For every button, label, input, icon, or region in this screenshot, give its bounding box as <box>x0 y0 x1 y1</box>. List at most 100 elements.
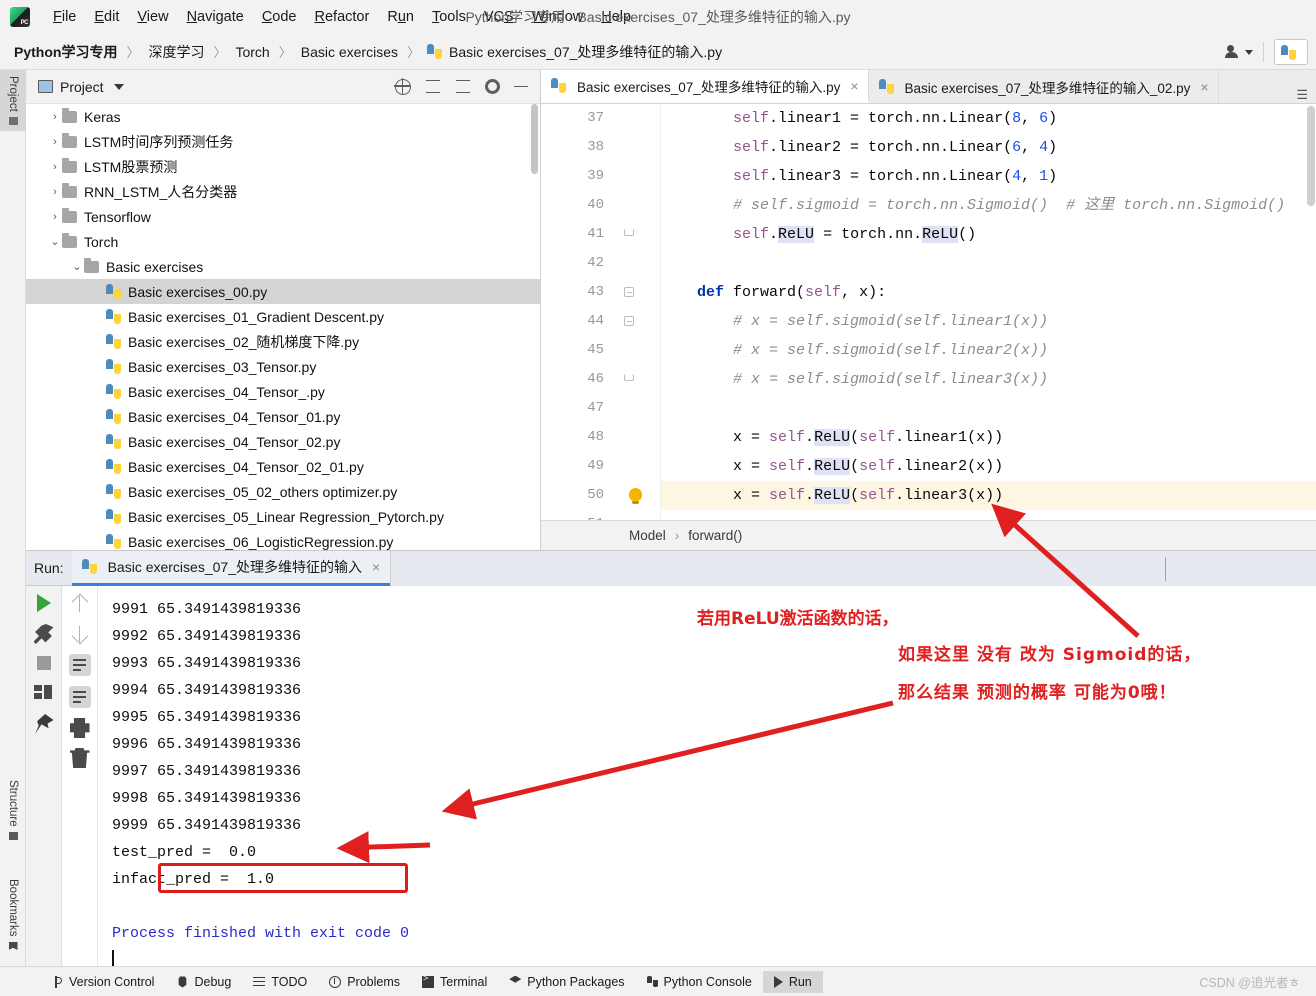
code-fold-icon[interactable] <box>624 287 634 297</box>
tree-folder-row[interactable]: › LSTM时间序列预测任务 <box>26 129 540 154</box>
code-line[interactable]: self.linear1 = torch.nn.Linear(8, 6) <box>661 104 1316 133</box>
code-fold-icon[interactable] <box>624 229 634 236</box>
code-line[interactable]: self.ReLU = torch.nn.ReLU() <box>661 220 1316 249</box>
code-line[interactable]: self.linear2 = torch.nn.Linear(6, 4) <box>661 133 1316 162</box>
menu-item-run[interactable]: Run <box>378 6 423 28</box>
code-line[interactable]: x = self.ReLU(self.linear3(x)) <box>661 481 1316 510</box>
breadcrumb-item-0[interactable]: Python学习专用 <box>12 42 119 62</box>
code-line[interactable]: self.linear3 = torch.nn.Linear(4, 1) <box>661 162 1316 191</box>
code-fold-icon[interactable] <box>624 316 634 326</box>
user-account-button[interactable] <box>1225 45 1253 59</box>
tree-folder-row[interactable]: › Tensorflow <box>26 204 540 229</box>
project-scrollbar-thumb[interactable] <box>531 104 538 174</box>
tree-file-row[interactable]: Basic exercises_00.py <box>26 279 540 304</box>
code-fold-icon[interactable] <box>624 374 634 381</box>
collapse-all-icon[interactable] <box>455 79 471 95</box>
status-bar-item-version-control[interactable]: Version Control <box>40 971 165 993</box>
sidebar-item-project[interactable]: Project <box>0 70 26 131</box>
breadcrumb-item-2[interactable]: Torch <box>233 44 271 60</box>
scroll-to-end-icon[interactable] <box>68 686 91 708</box>
tree-file-row[interactable]: Basic exercises_05_02_others optimizer.p… <box>26 479 540 504</box>
tree-folder-row[interactable]: ⌄ Basic exercises <box>26 254 540 279</box>
tree-folder-row[interactable]: › Keras <box>26 104 540 129</box>
status-bar-item-debug[interactable]: Debug <box>165 971 242 993</box>
tree-file-row[interactable]: Basic exercises_04_Tensor_02_01.py <box>26 454 540 479</box>
wrench-settings-icon[interactable] <box>33 624 54 644</box>
code-area[interactable]: 373839404142434445464748495051 self.line… <box>541 104 1316 550</box>
tree-expand-arrow-icon[interactable]: › <box>48 161 62 173</box>
status-bar-item-run[interactable]: Run <box>762 970 823 993</box>
tree-file-row[interactable]: Basic exercises_02_随机梯度下降.py <box>26 329 540 354</box>
tree-file-row[interactable]: Basic exercises_04_Tensor_02.py <box>26 429 540 454</box>
status-bar-item-terminal[interactable]: Terminal <box>411 971 498 993</box>
tree-expand-arrow-icon[interactable]: ⌄ <box>48 235 62 248</box>
run-configuration-button[interactable] <box>1274 39 1308 65</box>
tree-expand-arrow-icon[interactable]: › <box>48 111 62 123</box>
tree-file-row[interactable]: Basic exercises_04_Tensor_.py <box>26 379 540 404</box>
breadcrumb-item-1[interactable]: 深度学习 <box>146 42 206 62</box>
status-bar-item-python-packages[interactable]: Python Packages <box>498 971 635 993</box>
menu-item-window[interactable]: Window <box>523 6 593 28</box>
rerun-play-icon[interactable] <box>36 594 51 612</box>
editor-scrollbar-thumb[interactable] <box>1307 106 1315 206</box>
menu-item-edit[interactable]: Edit <box>85 6 128 28</box>
menu-item-refactor[interactable]: Refactor <box>306 6 379 28</box>
expand-all-icon[interactable] <box>425 79 441 95</box>
soft-wrap-icon[interactable] <box>68 654 91 676</box>
tree-file-row[interactable]: Basic exercises_06_LogisticRegression.py <box>26 529 540 550</box>
editor-breadcrumb-class[interactable]: Model <box>629 528 666 543</box>
menu-item-tools[interactable]: Tools <box>423 6 475 28</box>
editor-tab-1[interactable]: Basic exercises_07_处理多维特征的输入_02.py × <box>868 70 1219 103</box>
close-icon[interactable]: × <box>850 78 858 94</box>
minimize-icon[interactable] <box>514 85 528 88</box>
tree-file-row[interactable]: Basic exercises_01_Gradient Descent.py <box>26 304 540 329</box>
tree-expand-arrow-icon[interactable]: › <box>48 186 62 198</box>
chevron-down-icon[interactable] <box>113 83 124 90</box>
intention-bulb-icon[interactable] <box>629 488 642 504</box>
sidebar-item-bookmarks[interactable]: Bookmarks <box>0 873 26 956</box>
code-line[interactable]: def forward(self, x): <box>661 278 1316 307</box>
sidebar-item-structure[interactable]: Structure <box>0 774 26 846</box>
menu-item-view[interactable]: View <box>128 6 177 28</box>
code-line[interactable]: # x = self.sigmoid(self.linear1(x)) <box>661 307 1316 336</box>
code-line[interactable]: x = self.ReLU(self.linear2(x)) <box>661 452 1316 481</box>
layout-icon[interactable] <box>33 682 54 702</box>
menu-item-help[interactable]: Help <box>592 6 640 28</box>
status-bar-item-problems[interactable]: Problems <box>318 971 411 993</box>
close-icon[interactable]: × <box>372 559 380 575</box>
run-output[interactable]: 9991 65.3491439819336 9992 65.34914398193… <box>98 586 1316 966</box>
down-arrow-icon[interactable] <box>70 624 90 644</box>
code-line[interactable] <box>661 394 1316 423</box>
settings-gear-icon[interactable] <box>485 79 500 94</box>
code-line[interactable]: # x = self.sigmoid(self.linear2(x)) <box>661 336 1316 365</box>
close-icon[interactable]: × <box>1200 79 1208 95</box>
stop-icon[interactable] <box>36 656 51 670</box>
code-line[interactable] <box>661 249 1316 278</box>
print-icon[interactable] <box>69 718 90 738</box>
tabs-overflow-icon[interactable]: ☰ <box>1288 87 1316 103</box>
tree-folder-row[interactable]: › LSTM股票预测 <box>26 154 540 179</box>
code-line[interactable]: x = self.ReLU(self.linear1(x)) <box>661 423 1316 452</box>
code-line[interactable]: # x = self.sigmoid(self.linear3(x)) <box>661 365 1316 394</box>
status-bar-item-todo[interactable]: TODO <box>242 971 318 993</box>
code-line[interactable]: # self.sigmoid = torch.nn.Sigmoid() # 这里… <box>661 191 1316 220</box>
breadcrumb-item-4[interactable]: Basic exercises_07_处理多维特征的输入.py <box>427 42 724 62</box>
tree-file-row[interactable]: Basic exercises_04_Tensor_01.py <box>26 404 540 429</box>
menu-item-navigate[interactable]: Navigate <box>178 6 253 28</box>
tree-folder-row[interactable]: › RNN_LSTM_人名分类器 <box>26 179 540 204</box>
tree-file-row[interactable]: Basic exercises_03_Tensor.py <box>26 354 540 379</box>
menu-item-vcs[interactable]: VCS <box>475 6 523 28</box>
menu-item-file[interactable]: File <box>44 6 85 28</box>
locate-icon[interactable] <box>394 77 411 95</box>
tree-folder-row[interactable]: ⌄ Torch <box>26 229 540 254</box>
trash-icon[interactable] <box>69 748 90 768</box>
tree-expand-arrow-icon[interactable]: › <box>48 211 62 223</box>
tree-file-row[interactable]: Basic exercises_05_Linear Regression_Pyt… <box>26 504 540 529</box>
status-bar-item-python-console[interactable]: Python Console <box>636 971 763 993</box>
tree-expand-arrow-icon[interactable]: › <box>48 136 62 148</box>
editor-tab-0[interactable]: Basic exercises_07_处理多维特征的输入.py × <box>541 70 869 103</box>
pin-icon[interactable] <box>35 714 54 734</box>
up-arrow-icon[interactable] <box>70 594 90 614</box>
menu-item-code[interactable]: Code <box>253 6 306 28</box>
tree-expand-arrow-icon[interactable]: ⌄ <box>70 260 84 273</box>
